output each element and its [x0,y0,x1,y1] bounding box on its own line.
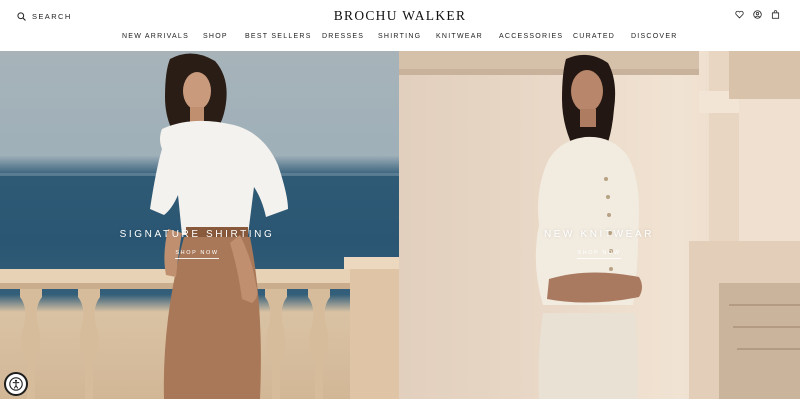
bag-icon [771,10,780,19]
hero-cta-shirting: SIGNATURE SHIRTING SHOP NOW [97,229,297,259]
main-nav: NEW ARRIVALS SHOP BEST SELLERS DRESSES S… [0,32,800,42]
hero-image-shirting [0,53,399,399]
account-button[interactable] [753,10,762,19]
nav-item-new-arrivals[interactable]: NEW ARRIVALS [122,32,189,42]
nav-item-shop[interactable]: SHOP [203,32,228,42]
utility-icons [735,10,780,19]
nav-item-knitwear[interactable]: KNITWEAR [436,32,483,42]
nav-item-discover[interactable]: DISCOVER [631,32,678,42]
hero-new-knitwear[interactable]: NEW KNITWEAR SHOP NOW [399,51,800,399]
nav-item-curated[interactable]: CURATED [573,32,615,42]
hero-signature-shirting[interactable]: SIGNATURE SHIRTING SHOP NOW [0,51,399,399]
cart-button[interactable] [771,10,780,19]
nav-item-dresses[interactable]: DRESSES [322,32,364,42]
shop-now-knitwear-link[interactable]: SHOP NOW [577,250,621,259]
nav-item-accessories[interactable]: ACCESSORIES [499,32,563,42]
nav-item-best-sellers[interactable]: BEST SELLERS [245,32,312,42]
accessibility-button[interactable] [4,372,28,396]
accessibility-icon [9,377,23,391]
heart-icon [735,10,744,19]
nav-item-shirting[interactable]: SHIRTING [378,32,421,42]
hero-image-knitwear [399,51,800,399]
site-header: SEARCH BROCHU WALKER NEW ARRIVALS SHOP B… [0,0,800,50]
brand-logo[interactable]: BROCHU WALKER [0,8,800,24]
shop-now-shirting-link[interactable]: SHOP NOW [175,250,219,259]
hero-cta-knitwear: NEW KNITWEAR SHOP NOW [499,229,699,259]
hero-title-shirting[interactable]: SIGNATURE SHIRTING [97,229,297,240]
hero-title-knitwear[interactable]: NEW KNITWEAR [499,229,699,240]
wishlist-button[interactable] [735,10,744,19]
user-icon [753,10,762,19]
